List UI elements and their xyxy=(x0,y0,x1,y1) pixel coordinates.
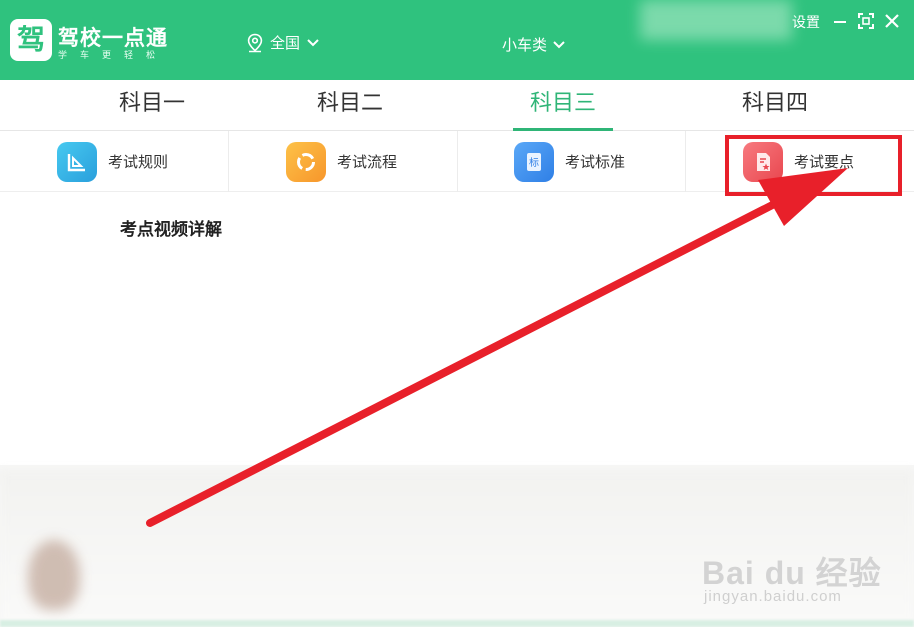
divider xyxy=(457,131,458,192)
exam-process-button[interactable]: 考试流程 xyxy=(286,131,397,192)
fullscreen-icon[interactable] xyxy=(857,12,875,30)
feature-label: 考试规则 xyxy=(108,153,169,171)
svg-text:标: 标 xyxy=(529,157,539,169)
region-label: 全国 xyxy=(270,34,301,52)
ruler-icon xyxy=(57,141,97,182)
tab-subject-4[interactable]: 科目四 xyxy=(675,80,875,131)
minimize-icon[interactable] xyxy=(831,12,849,30)
section-title: 考点视频详解 xyxy=(120,220,222,240)
blurred-avatar xyxy=(28,540,80,610)
cycle-icon xyxy=(286,141,326,182)
book-icon: 标 xyxy=(514,141,554,182)
tab-subject-1[interactable]: 科目一 xyxy=(52,80,252,131)
exam-standard-button[interactable]: 标 考试标准 xyxy=(514,131,625,192)
brand-slogan: 学车更轻松 xyxy=(58,51,169,61)
tab-subject-3[interactable]: 科目三 xyxy=(463,80,663,131)
region-selector[interactable]: 全国 xyxy=(246,32,320,53)
close-icon[interactable] xyxy=(883,12,901,30)
highlight-box xyxy=(725,135,902,196)
chevron-down-icon xyxy=(553,40,565,48)
exam-rules-button[interactable]: 考试规则 xyxy=(57,131,168,192)
divider xyxy=(228,131,229,192)
chevron-down-icon xyxy=(307,38,319,46)
car-type-label: 小车类 xyxy=(502,36,548,54)
app-header: 驾 驾校一点通 学车更轻松 全国 小车类 设置 xyxy=(0,0,914,80)
subject-tabs: 科目一 科目二 科目三 科目四 xyxy=(0,80,914,131)
car-type-selector[interactable]: 小车类 xyxy=(502,34,566,55)
blurred-bottom-bar xyxy=(0,620,914,627)
feature-label: 考试标准 xyxy=(565,153,626,171)
tab-subject-2[interactable]: 科目二 xyxy=(250,80,450,131)
blurred-user-area xyxy=(640,0,792,40)
divider xyxy=(685,131,686,192)
app-logo: 驾 xyxy=(10,19,52,61)
watermark-url: jingyan.baidu.com xyxy=(704,588,842,605)
settings-button[interactable]: 设置 xyxy=(792,12,820,32)
location-pin-icon xyxy=(247,33,263,52)
feature-label: 考试流程 xyxy=(337,153,398,171)
